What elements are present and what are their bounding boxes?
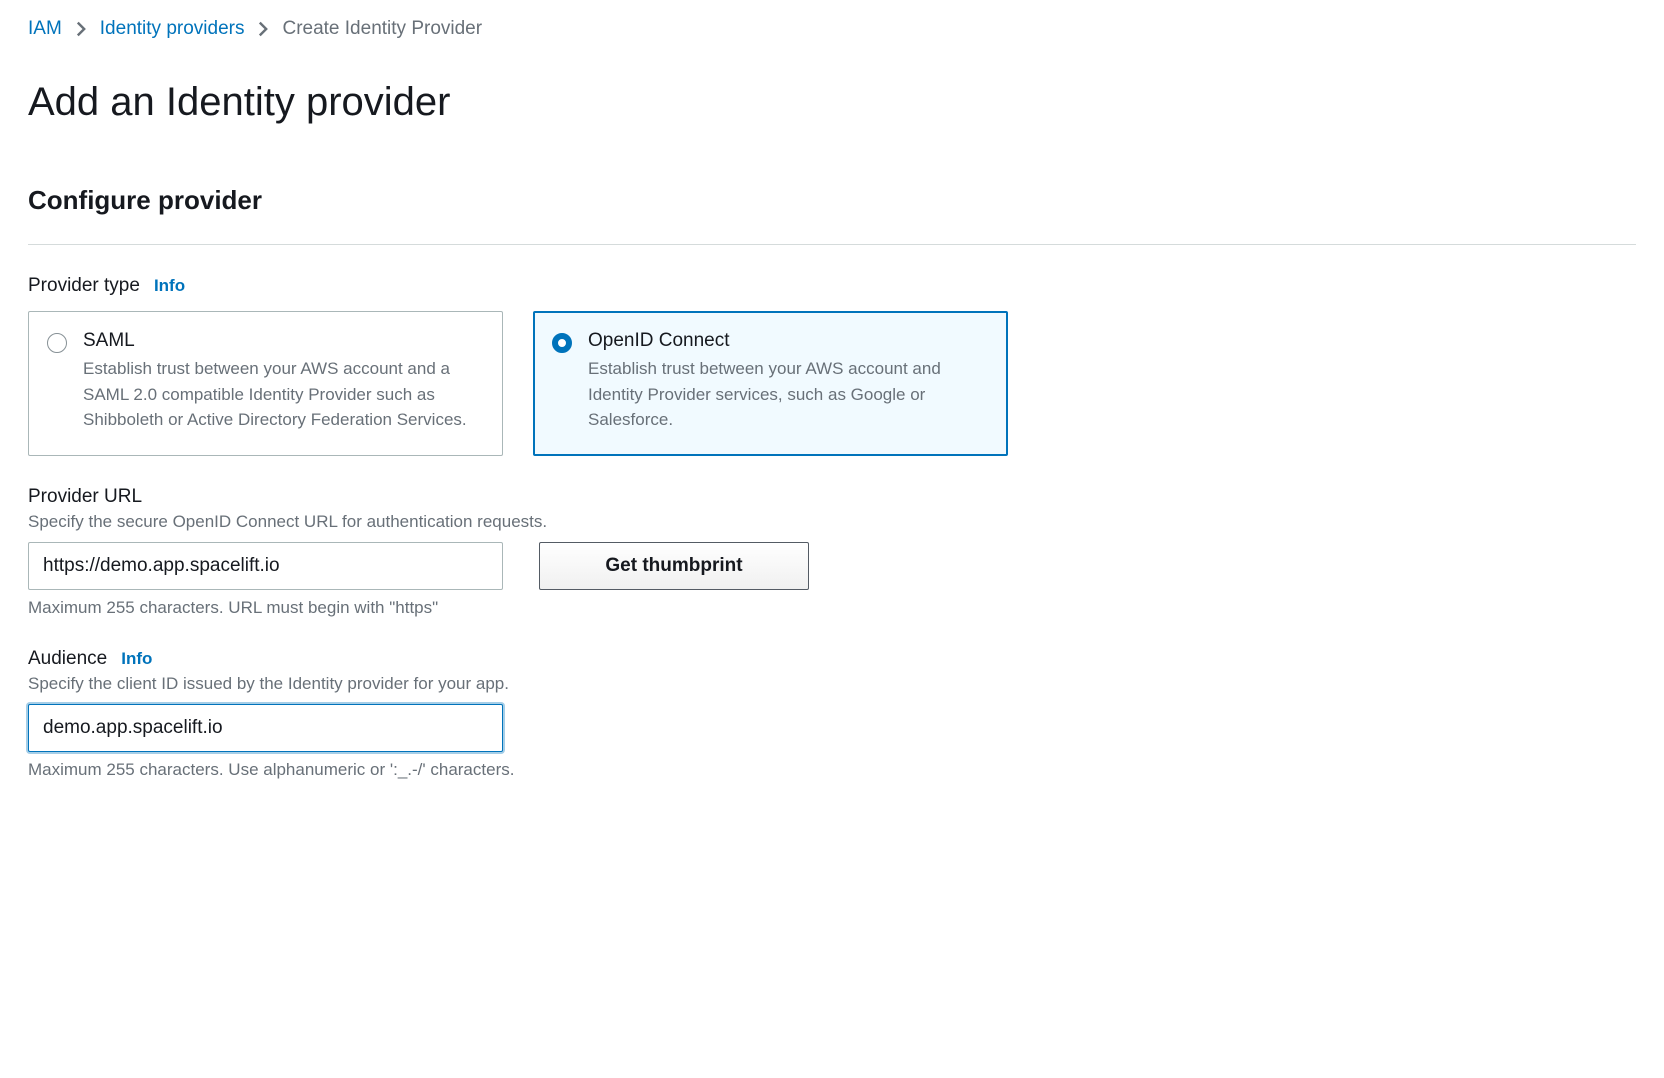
radio-icon <box>552 333 572 353</box>
saml-title: SAML <box>83 330 480 352</box>
provider-url-help: Specify the secure OpenID Connect URL fo… <box>28 512 1636 532</box>
provider-type-oidc-card[interactable]: OpenID Connect Establish trust between y… <box>533 311 1008 456</box>
chevron-right-icon <box>76 21 86 37</box>
provider-url-label: Provider URL <box>28 486 142 508</box>
divider <box>28 244 1636 245</box>
provider-url-hint: Maximum 255 characters. URL must begin w… <box>28 598 1636 618</box>
audience-label: Audience <box>28 648 107 670</box>
info-link[interactable]: Info <box>154 276 185 296</box>
oidc-title: OpenID Connect <box>588 330 985 352</box>
provider-type-saml-card[interactable]: SAML Establish trust between your AWS ac… <box>28 311 503 456</box>
provider-type-group: Provider type Info SAML Establish trust … <box>28 275 1636 456</box>
audience-hint: Maximum 255 characters. Use alphanumeric… <box>28 760 1636 780</box>
provider-url-input[interactable] <box>28 542 503 590</box>
get-thumbprint-button[interactable]: Get thumbprint <box>539 542 809 590</box>
page-title: Add an Identity provider <box>28 80 1636 125</box>
audience-help: Specify the client ID issued by the Iden… <box>28 674 1636 694</box>
breadcrumb-identity-providers[interactable]: Identity providers <box>100 18 245 40</box>
chevron-right-icon <box>258 21 268 37</box>
oidc-desc: Establish trust between your AWS account… <box>588 356 985 433</box>
saml-desc: Establish trust between your AWS account… <box>83 356 480 433</box>
breadcrumb-current: Create Identity Provider <box>282 18 482 40</box>
provider-type-label: Provider type <box>28 275 140 297</box>
audience-input[interactable] <box>28 704 503 752</box>
radio-icon <box>47 333 67 353</box>
breadcrumb-iam[interactable]: IAM <box>28 18 62 40</box>
section-title: Configure provider <box>28 185 1636 216</box>
provider-url-group: Provider URL Specify the secure OpenID C… <box>28 486 1636 618</box>
info-link[interactable]: Info <box>121 649 152 669</box>
audience-group: Audience Info Specify the client ID issu… <box>28 648 1636 780</box>
breadcrumb: IAM Identity providers Create Identity P… <box>28 18 1636 40</box>
